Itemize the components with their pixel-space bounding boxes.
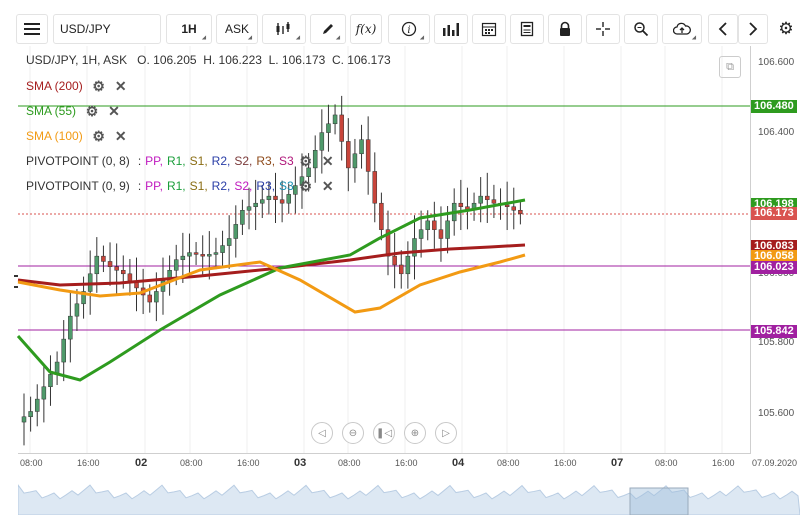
price-tag: 106.480: [751, 100, 797, 113]
pivot-legend-row: PIVOTPOINT (0, 9): PP, R1, S1, R2, S2, R3, S3 ⚙ ✕: [26, 178, 342, 194]
pivot-level-label: S3: [279, 179, 294, 193]
time-label: 08:00: [497, 458, 520, 468]
pivot-level-label: R2,: [211, 154, 231, 168]
reset-icon: ❚◁: [375, 427, 393, 439]
time-label: 16:00: [237, 458, 260, 468]
zoom-out-button[interactable]: ⊖: [342, 422, 364, 444]
pivot-legend-row: PIVOTPOINT (0, 8): PP, R1, S1, R2, S2, R3, S3 ⚙ ✕: [26, 153, 342, 169]
gear-icon[interactable]: ⚙: [91, 78, 107, 94]
close-icon[interactable]: ✕: [113, 128, 129, 144]
indicator-legend-row: SMA (55) ⚙ ✕: [26, 103, 128, 119]
close-icon[interactable]: ✕: [320, 178, 336, 194]
pivot-level-label: R2,: [211, 179, 231, 193]
time-label: 04: [452, 457, 465, 469]
pivot-level-label: R3,: [256, 154, 276, 168]
separator: :: [137, 179, 142, 193]
pivot-level-label: R1,: [166, 179, 186, 193]
gear-icon[interactable]: ⚙: [298, 153, 314, 169]
gear-icon[interactable]: ⚙: [298, 178, 314, 194]
time-label: 08:00: [180, 458, 203, 468]
pivot-level-label: S2,: [234, 179, 253, 193]
time-label: 07: [611, 457, 624, 469]
gear-icon[interactable]: ⚙: [91, 128, 107, 144]
time-label: 16:00: [395, 458, 418, 468]
expand-button[interactable]: ⧉: [719, 56, 741, 78]
zoom-out-icon: ⊖: [348, 427, 358, 439]
navigator-window[interactable]: [629, 487, 689, 515]
pivot-level-label: R1,: [166, 154, 186, 168]
pivot-name: PIVOTPOINT (0, 8): [26, 154, 130, 168]
time-label: 07.09.2020: [752, 458, 798, 468]
pivot-name: PIVOTPOINT (0, 9): [26, 179, 130, 193]
price-tag: 106.023: [751, 261, 797, 274]
indicator-name: SMA (100): [26, 129, 83, 143]
ohlc-text: USD/JPY, 1H, ASK O. 106.205 H. 106.223 L…: [26, 53, 391, 67]
price-label: 105.600: [758, 408, 795, 419]
time-label: 16:00: [712, 458, 735, 468]
time-label: 08:00: [338, 458, 361, 468]
price-label: 105.800: [758, 337, 795, 348]
pivot-level-label: PP,: [145, 154, 163, 168]
price-tag: 105.842: [751, 325, 797, 338]
reset-button[interactable]: ❚◁: [373, 422, 395, 444]
scroll-forward-button[interactable]: ▷: [435, 422, 457, 444]
price-tag: 106.173: [751, 207, 797, 220]
time-label: 16:00: [554, 458, 577, 468]
time-label: 16:00: [77, 458, 100, 468]
time-label: 02: [135, 457, 148, 469]
time-label: 03: [294, 457, 307, 469]
time-label: 08:00: [655, 458, 678, 468]
indicator-legend-row: SMA (100) ⚙ ✕: [26, 128, 135, 144]
price-label: 106.600: [758, 57, 795, 68]
triangle-left-icon: ◁: [318, 427, 326, 439]
close-icon[interactable]: ✕: [320, 153, 336, 169]
indicator-name: SMA (55): [26, 104, 77, 118]
pivot-level-label: S2,: [234, 154, 253, 168]
close-icon[interactable]: ✕: [106, 103, 122, 119]
pivot-level-label: R3,: [256, 179, 276, 193]
indicator-legend-row: SMA (200) ⚙ ✕: [26, 78, 135, 94]
zoom-in-button[interactable]: ⊕: [404, 422, 426, 444]
gear-icon[interactable]: ⚙: [84, 103, 100, 119]
indicator-name: SMA (200): [26, 79, 83, 93]
navigator-strip[interactable]: [18, 470, 800, 515]
scroll-back-button[interactable]: ◁: [311, 422, 333, 444]
expand-icon: ⧉: [726, 60, 734, 73]
triangle-right-icon: ▷: [442, 427, 450, 439]
close-icon[interactable]: ✕: [113, 78, 129, 94]
pivot-level-label: PP,: [145, 179, 163, 193]
pivot-level-label: S1,: [189, 154, 208, 168]
price-label: 106.400: [758, 127, 795, 138]
zoom-in-icon: ⊕: [410, 427, 420, 439]
separator: :: [137, 154, 142, 168]
pivot-level-label: S3: [279, 154, 294, 168]
pivot-level-label: S1,: [189, 179, 208, 193]
ohlc-header: USD/JPY, 1H, ASK O. 106.205 H. 106.223 L…: [26, 53, 391, 67]
time-label: 08:00: [20, 458, 43, 468]
